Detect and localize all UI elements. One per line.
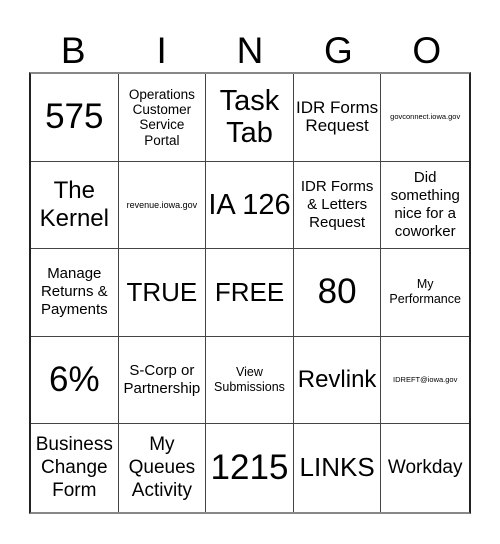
bingo-cell[interactable]: Revlink — [293, 336, 382, 425]
bingo-cell[interactable]: My Performance — [381, 249, 469, 337]
bingo-board: 575 Operations Customer Service Portal T… — [29, 72, 471, 514]
bingo-cell[interactable]: Did something nice for a coworker — [381, 162, 469, 250]
bingo-cell[interactable]: govconnect.iowa.gov — [381, 74, 469, 162]
header-letter-g: G — [323, 30, 353, 71]
bingo-cell[interactable]: TRUE — [118, 249, 207, 337]
bingo-cell[interactable]: 80 — [293, 249, 382, 337]
header-letter-b: B — [60, 30, 86, 71]
bingo-cell[interactable]: IDR Forms & Letters Request — [293, 161, 382, 250]
bingo-cell[interactable]: revenue.iowa.gov — [118, 161, 207, 250]
bingo-cell[interactable]: View Submissions — [206, 336, 294, 425]
bingo-cell[interactable]: IDREFT@iowa.gov — [381, 337, 469, 425]
bingo-cell[interactable]: Task Tab — [206, 74, 294, 162]
bingo-cell[interactable]: IDR Forms Request — [293, 74, 382, 162]
bingo-cell[interactable]: LINKS — [294, 424, 382, 512]
bingo-cell[interactable]: Business Change Form — [31, 424, 119, 512]
bingo-cell[interactable]: IA 126 — [206, 161, 294, 250]
bingo-cell[interactable]: 1215 — [206, 424, 294, 512]
bingo-cell[interactable]: The Kernel — [31, 161, 119, 250]
bingo-cell[interactable]: My Queues Activity — [119, 424, 207, 512]
bingo-header: B I N G O — [29, 30, 471, 72]
bingo-cell[interactable]: 6% — [31, 336, 119, 425]
free-space-cell[interactable]: FREE — [206, 249, 294, 337]
bingo-cell[interactable]: S-Corp or Partnership — [118, 336, 207, 425]
header-letter-n: N — [236, 30, 264, 71]
bingo-cell[interactable]: 575 — [31, 74, 119, 162]
bingo-cell[interactable]: Operations Customer Service Portal — [118, 74, 207, 162]
bingo-cell[interactable]: Manage Returns & Payments — [31, 249, 119, 337]
header-letter-o: O — [412, 30, 442, 71]
bingo-cell[interactable]: Workday — [381, 424, 469, 512]
header-letter-i: I — [156, 30, 167, 71]
